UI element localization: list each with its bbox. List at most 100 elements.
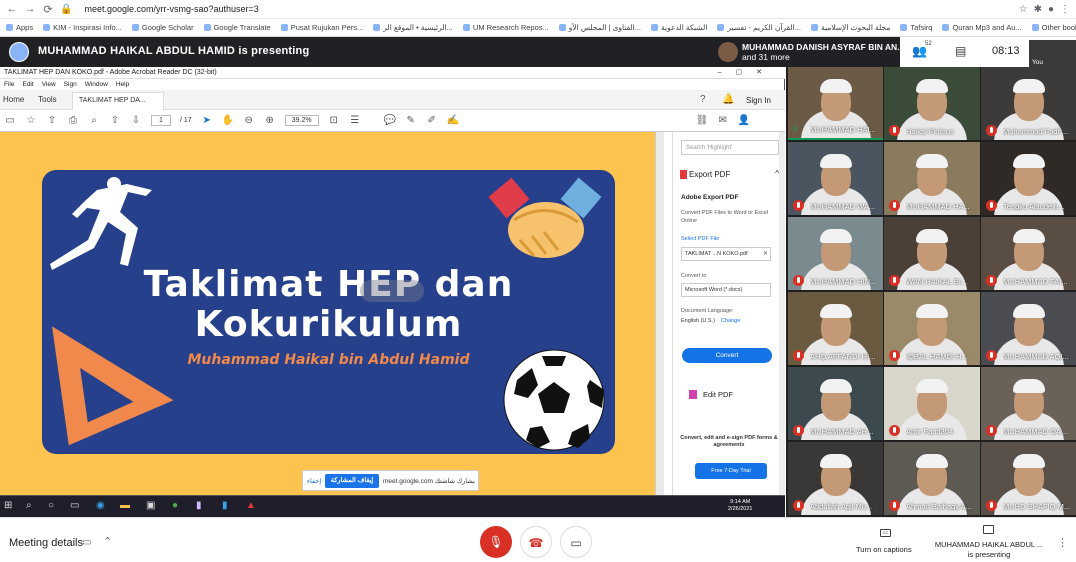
zoom-out-icon[interactable]: ⊖ [243, 115, 255, 126]
tab-tools[interactable]: Tools [38, 95, 57, 104]
participant-tile[interactable]: Haikal Firdaus [884, 67, 980, 140]
language-change-link[interactable]: Change [721, 318, 740, 324]
windows-start-icon[interactable]: ⊞ [4, 500, 12, 511]
more-options-icon[interactable]: ⋮ [1057, 536, 1068, 549]
prev-page-icon[interactable]: ⇧ [109, 115, 121, 126]
participant-tile[interactable]: MUHAMMAD AQI... [981, 292, 1076, 365]
upload-icon[interactable]: ⇧ [46, 115, 58, 126]
menu-item[interactable]: Sign [64, 81, 77, 88]
participant-tile[interactable]: Muhammad Fadh... [981, 67, 1076, 140]
bell-icon[interactable]: 🔔 [722, 94, 734, 105]
bookmark-item[interactable]: Tafsirq [900, 23, 932, 32]
tab-document[interactable]: TAKLIMAT HEP DA... [72, 92, 164, 110]
document-scrollbar[interactable] [655, 132, 664, 495]
participant-tile[interactable]: WAN HAIKAL BI... [884, 217, 980, 290]
chevron-up-icon[interactable]: ⌃ [103, 535, 112, 548]
tools-search-input[interactable]: Search 'Highlight' [681, 140, 779, 155]
address-bar[interactable]: meet.google.com/yrr-vsmg-sao?authuser=3 [78, 4, 1012, 14]
sign-icon[interactable]: ✍ [447, 115, 459, 126]
share-user-icon[interactable]: 👤 [738, 115, 750, 126]
panel-scrollbar[interactable] [779, 132, 785, 495]
reload-icon[interactable]: ⟳ [42, 3, 54, 16]
info-icon[interactable]: ▭ [82, 537, 91, 548]
scroll-icon[interactable]: ☰ [349, 115, 361, 126]
active-speaker[interactable]: MUHAMMAD DANISH ASYRAF BIN AN... and 31 … [718, 40, 904, 64]
meeting-details-button[interactable]: Meeting details [9, 537, 83, 549]
menu-item[interactable]: View [42, 81, 56, 88]
self-view[interactable]: You [1029, 40, 1076, 67]
profile-icon[interactable]: ● [1048, 4, 1054, 15]
participant-tile[interactable]: IQBAL HAMDI H... [884, 292, 980, 365]
close-icon[interactable]: ✕ [763, 250, 768, 257]
search-icon[interactable]: ⌕ [26, 500, 32, 511]
sign-in-button[interactable]: Sign In [746, 96, 771, 105]
bookmark-item[interactable]: KIM - Inspirasi Info... [43, 23, 122, 32]
select-pdf-link[interactable]: Select PDF File [681, 236, 719, 242]
participant-tile[interactable]: MUHD SHAFIQ M... [981, 442, 1076, 515]
pen-icon[interactable]: ✎ [405, 115, 417, 126]
camera-button[interactable]: ▭ [560, 526, 592, 558]
app-icon[interactable]: ▮ [196, 500, 202, 511]
bookmark-item[interactable]: الرئيسية • الموقع الر... [373, 23, 453, 32]
zoom-in-icon[interactable]: ⊕ [264, 115, 276, 126]
export-pdf-header[interactable]: Export PDF ^ [677, 166, 781, 184]
bookmark-item[interactable]: مجلة البحوث الإسلامية [810, 23, 890, 32]
stop-sharing-button[interactable]: إيقاف المشاركة [325, 474, 379, 488]
back-icon[interactable]: ← [6, 3, 18, 15]
convert-button[interactable]: Convert [682, 348, 772, 363]
share-link-icon[interactable]: ⛓ [696, 115, 709, 126]
format-select[interactable]: Microsoft Word (*.docx) [681, 283, 771, 297]
edge-icon[interactable]: ◉ [96, 500, 105, 511]
bookmark-item[interactable]: Pusat Rujukan Pers... [280, 23, 363, 32]
bookmark-item[interactable]: Google Scholar [131, 23, 194, 32]
highlight-icon[interactable]: ✐ [426, 115, 438, 126]
bookmark-item[interactable]: Apps [6, 23, 33, 32]
app-icon[interactable]: ▮ [222, 500, 228, 511]
participant-tile[interactable]: MUHAMMAD WA... [788, 142, 883, 215]
hang-up-button[interactable]: ☎ [520, 526, 552, 558]
participant-tile[interactable]: ıl MUHAMMAD HAI... [788, 67, 883, 140]
print-icon[interactable]: ⎙ [67, 115, 79, 126]
task-view-icon[interactable]: ○ [48, 500, 54, 511]
help-icon[interactable]: ? [700, 94, 706, 105]
participant-tile[interactable]: Abdullah Aqil Mo... [788, 442, 883, 515]
extensions-icon[interactable]: ✱ [1034, 4, 1042, 15]
bookmark-item[interactable]: Other bookmarks [1031, 23, 1076, 32]
mic-off-button[interactable]: 🎙 [480, 526, 512, 558]
new-icon[interactable]: ▭ [4, 115, 16, 126]
mail-icon[interactable]: ✉ [717, 115, 729, 126]
participant-tile[interactable]: Tengku Alaudein... [981, 142, 1076, 215]
menu-item[interactable]: Edit [22, 81, 33, 88]
captions-button[interactable]: Turn on captions [856, 545, 912, 554]
comment-icon[interactable]: 💬 [384, 115, 396, 126]
menu-item[interactable]: File [4, 81, 14, 88]
menu-item[interactable]: Help [116, 81, 129, 88]
task-view-icon[interactable]: ▭ [70, 500, 79, 511]
page-input[interactable]: 1 [151, 115, 171, 126]
menu-item[interactable]: Window [85, 81, 108, 88]
tab-home[interactable]: Home [3, 95, 24, 104]
free-trial-button[interactable]: Free 7-Day Trial [695, 463, 767, 479]
selected-file[interactable]: TAKLIMAT ...N KOKO.pdf [681, 247, 771, 261]
edit-pdf-tool[interactable]: Edit PDF [677, 390, 781, 399]
chat-icon[interactable]: ▤ [955, 44, 966, 58]
fit-icon[interactable]: ⊡ [328, 115, 340, 126]
participant-tile[interactable]: MUHAMMAD AH... [788, 367, 883, 440]
menu-icon[interactable]: ⋮ [1060, 4, 1070, 15]
chrome-icon[interactable]: ● [172, 500, 178, 511]
acrobat-taskbar-icon[interactable]: ▲ [246, 500, 256, 511]
participant-tile[interactable]: Amir Farid304 [884, 367, 980, 440]
window-controls[interactable]: –▢✕ [718, 68, 776, 76]
bookmark-item[interactable]: UM Research Repos... [462, 23, 549, 32]
captions-icon[interactable]: CC [880, 529, 891, 537]
file-explorer-icon[interactable]: ▬ [120, 500, 130, 511]
document-area[interactable]: Taklimat HEP dan Kokurikulum Muhammad Ha… [0, 132, 660, 495]
forward-icon[interactable]: → [24, 3, 36, 15]
participant-tile[interactable]: AHQ AFFANDI HI... [788, 292, 883, 365]
bookmark-item[interactable]: الشبكة الدعوية [651, 23, 707, 32]
participant-tile[interactable]: MUHAMMAD OA... [981, 367, 1076, 440]
participant-tile[interactable]: MUHAMMAD HA... [884, 142, 980, 215]
bookmark-item[interactable]: Google Translate [203, 23, 271, 32]
hand-icon[interactable]: ✋ [222, 115, 234, 126]
store-icon[interactable]: ▣ [146, 500, 155, 511]
